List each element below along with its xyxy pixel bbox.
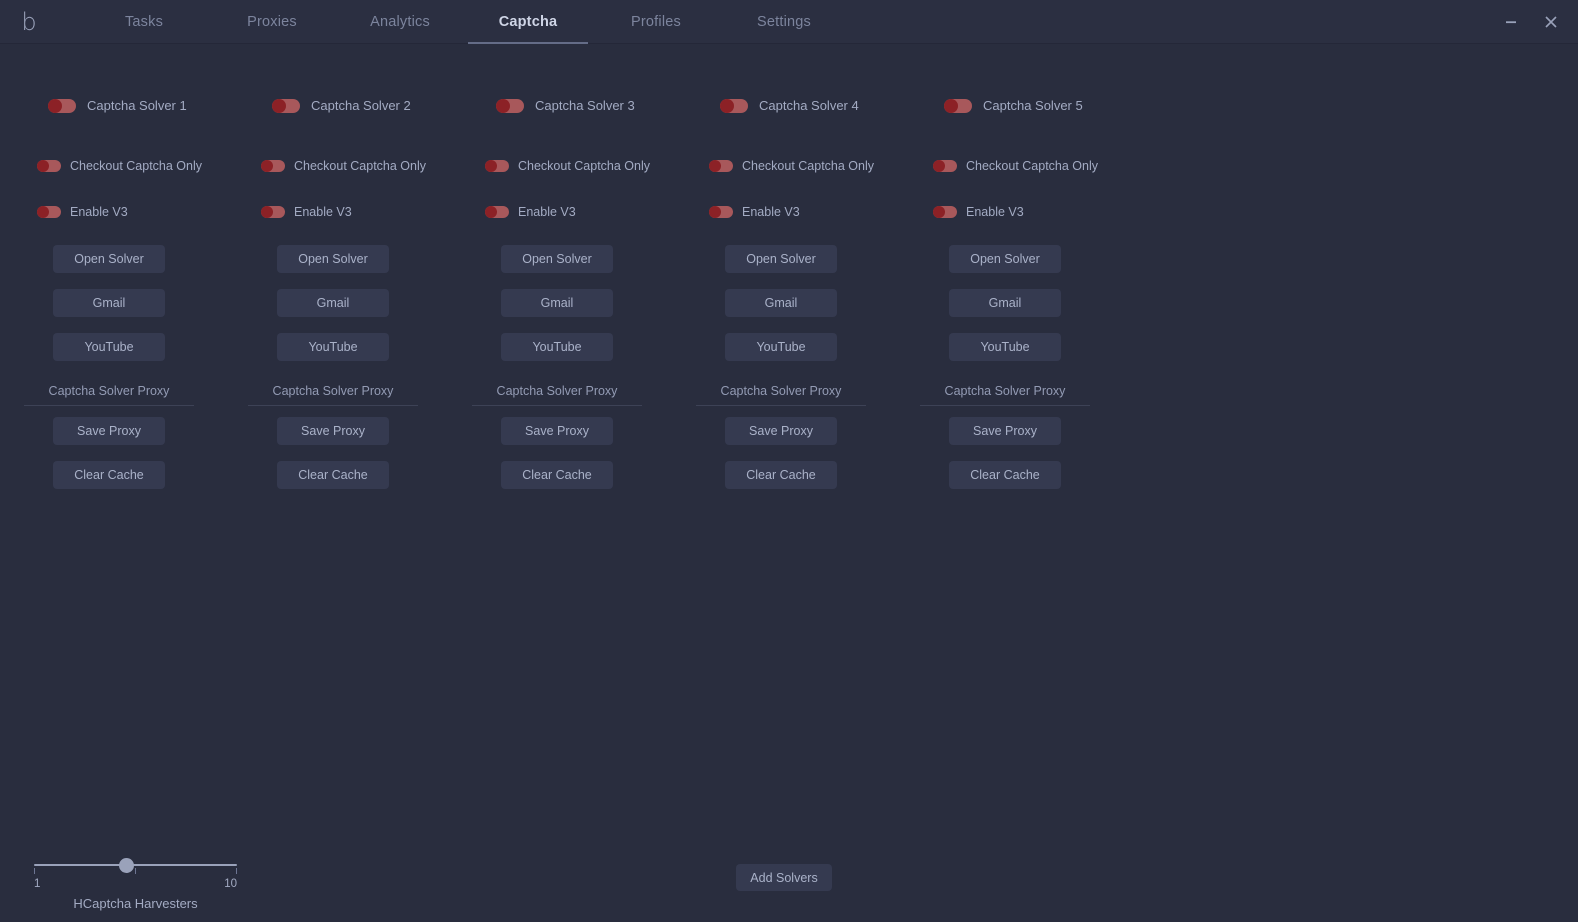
checkout-captcha-only-toggle-5[interactable]: Checkout Captcha Only xyxy=(933,159,1098,173)
close-icon[interactable] xyxy=(1538,9,1564,35)
save-proxy-button-1[interactable]: Save Proxy xyxy=(53,417,165,445)
save-proxy-button-3[interactable]: Save Proxy xyxy=(501,417,613,445)
app-logo: b xyxy=(14,6,44,38)
checkout-captcha-only-toggle-3[interactable]: Checkout Captcha Only xyxy=(485,159,650,173)
slider-caption: HCaptcha Harvesters xyxy=(34,896,237,911)
title-bar: b TasksProxiesAnalyticsCaptchaProfilesSe… xyxy=(0,0,1578,44)
toggle-switch-icon[interactable] xyxy=(933,206,957,218)
checkout-captcha-only-label: Checkout Captcha Only xyxy=(294,159,426,173)
toggle-switch-icon[interactable] xyxy=(496,99,524,113)
hcaptcha-harvesters-slider[interactable]: 1 10 HCaptcha Harvesters xyxy=(34,856,237,906)
minimize-icon[interactable] xyxy=(1498,9,1524,35)
youtube-button-5[interactable]: YouTube xyxy=(949,333,1061,361)
captcha-solver-proxy-input-4[interactable] xyxy=(696,380,866,406)
enable-v3-label: Enable V3 xyxy=(518,205,576,219)
slider-tick-mid xyxy=(135,868,136,874)
captcha-solver-proxy-input-5[interactable] xyxy=(920,380,1090,406)
tab-tasks[interactable]: Tasks xyxy=(80,0,208,44)
solver-title: Captcha Solver 5 xyxy=(983,98,1083,113)
solver-enable-toggle-5[interactable]: Captcha Solver 5 xyxy=(944,98,1083,113)
tab-analytics[interactable]: Analytics xyxy=(336,0,464,44)
clear-cache-button-1[interactable]: Clear Cache xyxy=(53,461,165,489)
slider-min-label: 1 xyxy=(34,878,40,890)
toggle-switch-icon[interactable] xyxy=(272,99,300,113)
open-solver-button-3[interactable]: Open Solver xyxy=(501,245,613,273)
solver-title: Captcha Solver 4 xyxy=(759,98,859,113)
checkout-captcha-only-label: Checkout Captcha Only xyxy=(742,159,874,173)
tab-proxies[interactable]: Proxies xyxy=(208,0,336,44)
checkout-captcha-only-label: Checkout Captcha Only xyxy=(966,159,1098,173)
youtube-button-1[interactable]: YouTube xyxy=(53,333,165,361)
open-solver-button-4[interactable]: Open Solver xyxy=(725,245,837,273)
open-solver-button-2[interactable]: Open Solver xyxy=(277,245,389,273)
solver-title: Captcha Solver 3 xyxy=(535,98,635,113)
clear-cache-button-4[interactable]: Clear Cache xyxy=(725,461,837,489)
solver-enable-toggle-2[interactable]: Captcha Solver 2 xyxy=(272,98,411,113)
enable-v3-label: Enable V3 xyxy=(294,205,352,219)
save-proxy-button-5[interactable]: Save Proxy xyxy=(949,417,1061,445)
clear-cache-button-2[interactable]: Clear Cache xyxy=(277,461,389,489)
solver-title: Captcha Solver 2 xyxy=(311,98,411,113)
toggle-switch-icon[interactable] xyxy=(485,206,509,218)
toggle-switch-icon[interactable] xyxy=(48,99,76,113)
solver-enable-toggle-4[interactable]: Captcha Solver 4 xyxy=(720,98,859,113)
toggle-switch-icon[interactable] xyxy=(933,160,957,172)
checkout-captcha-only-label: Checkout Captcha Only xyxy=(70,159,202,173)
captcha-solver-proxy-input-2[interactable] xyxy=(248,380,418,406)
solver-enable-toggle-3[interactable]: Captcha Solver 3 xyxy=(496,98,635,113)
toggle-switch-icon[interactable] xyxy=(709,160,733,172)
gmail-button-3[interactable]: Gmail xyxy=(501,289,613,317)
enable-v3-toggle-3[interactable]: Enable V3 xyxy=(485,205,576,219)
open-solver-button-1[interactable]: Open Solver xyxy=(53,245,165,273)
save-proxy-button-4[interactable]: Save Proxy xyxy=(725,417,837,445)
gmail-button-4[interactable]: Gmail xyxy=(725,289,837,317)
gmail-button-1[interactable]: Gmail xyxy=(53,289,165,317)
slider-tick-max xyxy=(236,868,237,874)
gmail-button-2[interactable]: Gmail xyxy=(277,289,389,317)
youtube-button-4[interactable]: YouTube xyxy=(725,333,837,361)
toggle-switch-icon[interactable] xyxy=(261,160,285,172)
toggle-switch-icon[interactable] xyxy=(709,206,733,218)
checkout-captcha-only-toggle-2[interactable]: Checkout Captcha Only xyxy=(261,159,426,173)
captcha-page: b TasksProxiesAnalyticsCaptchaProfilesSe… xyxy=(0,0,1578,922)
solver-enable-toggle-1[interactable]: Captcha Solver 1 xyxy=(48,98,187,113)
toggle-switch-icon[interactable] xyxy=(485,160,509,172)
clear-cache-button-5[interactable]: Clear Cache xyxy=(949,461,1061,489)
toggle-switch-icon[interactable] xyxy=(37,206,61,218)
main-navigation-tabs: TasksProxiesAnalyticsCaptchaProfilesSett… xyxy=(80,0,848,44)
solver-title: Captcha Solver 1 xyxy=(87,98,187,113)
checkout-captcha-only-label: Checkout Captcha Only xyxy=(518,159,650,173)
clear-cache-button-3[interactable]: Clear Cache xyxy=(501,461,613,489)
slider-track[interactable] xyxy=(34,864,237,866)
open-solver-button-5[interactable]: Open Solver xyxy=(949,245,1061,273)
enable-v3-toggle-4[interactable]: Enable V3 xyxy=(709,205,800,219)
captcha-solver-proxy-input-3[interactable] xyxy=(472,380,642,406)
window-controls xyxy=(1498,0,1564,44)
enable-v3-label: Enable V3 xyxy=(70,205,128,219)
youtube-button-2[interactable]: YouTube xyxy=(277,333,389,361)
checkout-captcha-only-toggle-4[interactable]: Checkout Captcha Only xyxy=(709,159,874,173)
captcha-solver-proxy-input-1[interactable] xyxy=(24,380,194,406)
tab-profiles[interactable]: Profiles xyxy=(592,0,720,44)
slider-max-label: 10 xyxy=(224,878,237,890)
toggle-switch-icon[interactable] xyxy=(261,206,285,218)
toggle-switch-icon[interactable] xyxy=(37,160,61,172)
tab-captcha[interactable]: Captcha xyxy=(464,0,592,44)
solver-columns: Captcha Solver 1 Checkout Captcha Only Ena… xyxy=(0,44,1578,844)
enable-v3-toggle-5[interactable]: Enable V3 xyxy=(933,205,1024,219)
slider-thumb[interactable] xyxy=(119,858,134,873)
enable-v3-label: Enable V3 xyxy=(742,205,800,219)
enable-v3-toggle-1[interactable]: Enable V3 xyxy=(37,205,128,219)
add-solvers-button[interactable]: Add Solvers xyxy=(736,864,832,891)
youtube-button-3[interactable]: YouTube xyxy=(501,333,613,361)
tab-settings[interactable]: Settings xyxy=(720,0,848,44)
checkout-captcha-only-toggle-1[interactable]: Checkout Captcha Only xyxy=(37,159,202,173)
gmail-button-5[interactable]: Gmail xyxy=(949,289,1061,317)
toggle-switch-icon[interactable] xyxy=(944,99,972,113)
save-proxy-button-2[interactable]: Save Proxy xyxy=(277,417,389,445)
enable-v3-label: Enable V3 xyxy=(966,205,1024,219)
slider-tick-min xyxy=(34,868,35,874)
enable-v3-toggle-2[interactable]: Enable V3 xyxy=(261,205,352,219)
toggle-switch-icon[interactable] xyxy=(720,99,748,113)
